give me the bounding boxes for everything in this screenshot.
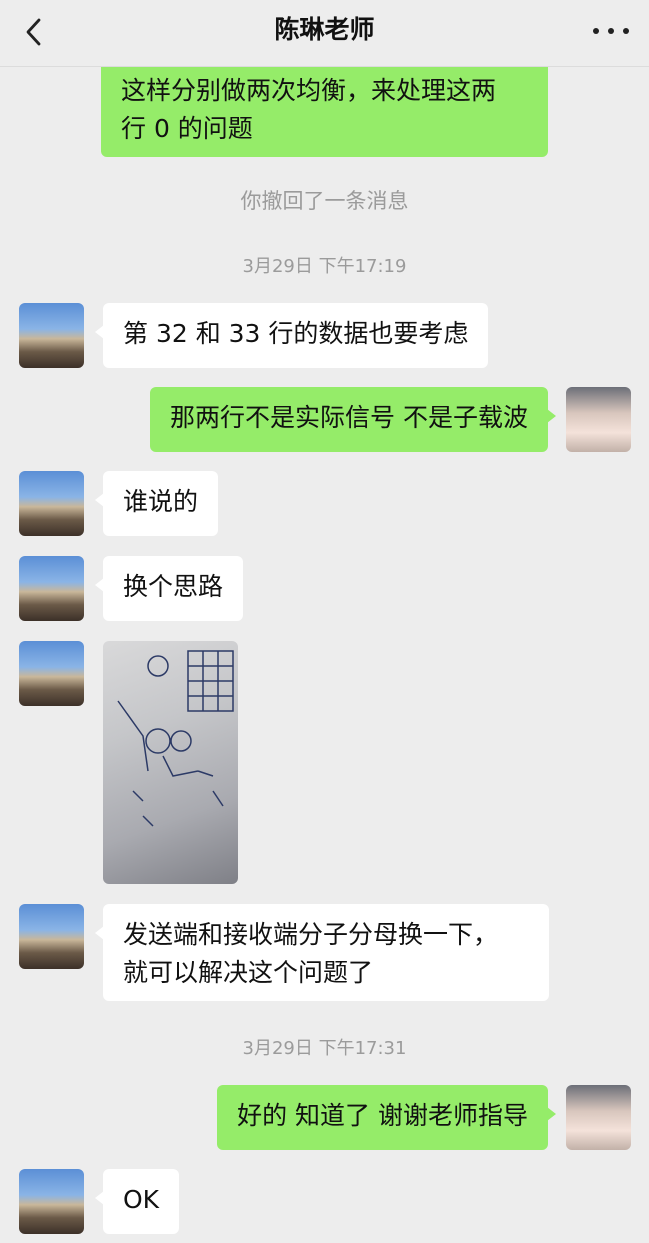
timestamp: 3月29日 下午17:31 <box>242 1038 407 1059</box>
top-bar: 陈琳老师 <box>0 0 649 67</box>
message-text-line: 这样分别做两次均衡，来处理这两 <box>121 76 497 105</box>
message-text: 那两行不是实际信号 不是子载波 <box>170 403 528 432</box>
more-dots-icon <box>593 28 599 34</box>
chat-title: 陈琳老师 <box>274 15 375 44</box>
timestamp: 3月29日 下午17:19 <box>242 256 407 277</box>
message-bubble-sent[interactable]: 好的 知道了 谢谢老师指导 <box>217 1085 556 1150</box>
message-text: OK <box>123 1185 160 1214</box>
avatar-teacher[interactable] <box>19 556 84 621</box>
handwritten-diagram-image <box>117 650 234 827</box>
image-message[interactable] <box>103 641 238 884</box>
message-bubble-received[interactable]: 第 32 和 33 行的数据也要考虑 <box>94 303 489 368</box>
message-bubble-received[interactable]: OK <box>94 1169 180 1234</box>
message-text: 换个思路 <box>123 572 224 601</box>
avatar-me[interactable] <box>566 1085 631 1150</box>
message-bubble-received[interactable]: 谁说的 <box>94 471 219 536</box>
avatar-teacher[interactable] <box>19 471 84 536</box>
more-button[interactable] <box>593 22 629 40</box>
message-text: 谁说的 <box>123 487 199 516</box>
message-text-line: 发送端和接收端分子分母换一下， <box>123 920 499 949</box>
avatar-teacher[interactable] <box>19 641 84 706</box>
message-text: 好的 知道了 谢谢老师指导 <box>237 1101 528 1130</box>
avatar-teacher[interactable] <box>19 1169 84 1234</box>
more-dots-icon <box>623 28 629 34</box>
message-text: 第 32 和 33 行的数据也要考虑 <box>123 319 469 348</box>
message-bubble-sent[interactable]: 那两行不是实际信号 不是子载波 <box>150 387 556 452</box>
message-text-line: 就可以解决这个问题了 <box>123 958 374 987</box>
chat-area: 这样分别做两次均衡，来处理这两 行 0 的问题 你撤回了一条消息 3月29日 下… <box>0 0 649 1243</box>
recall-notice: 你撤回了一条消息 <box>240 189 409 213</box>
avatar-teacher[interactable] <box>19 904 84 969</box>
message-bubble-received[interactable]: 发送端和接收端分子分母换一下， 就可以解决这个问题了 <box>95 904 549 1001</box>
avatar-teacher[interactable] <box>19 303 84 368</box>
more-dots-icon <box>608 28 614 34</box>
message-text-line: 行 0 的问题 <box>121 114 253 143</box>
message-bubble-received[interactable]: 换个思路 <box>94 556 244 621</box>
avatar-me[interactable] <box>566 387 631 452</box>
